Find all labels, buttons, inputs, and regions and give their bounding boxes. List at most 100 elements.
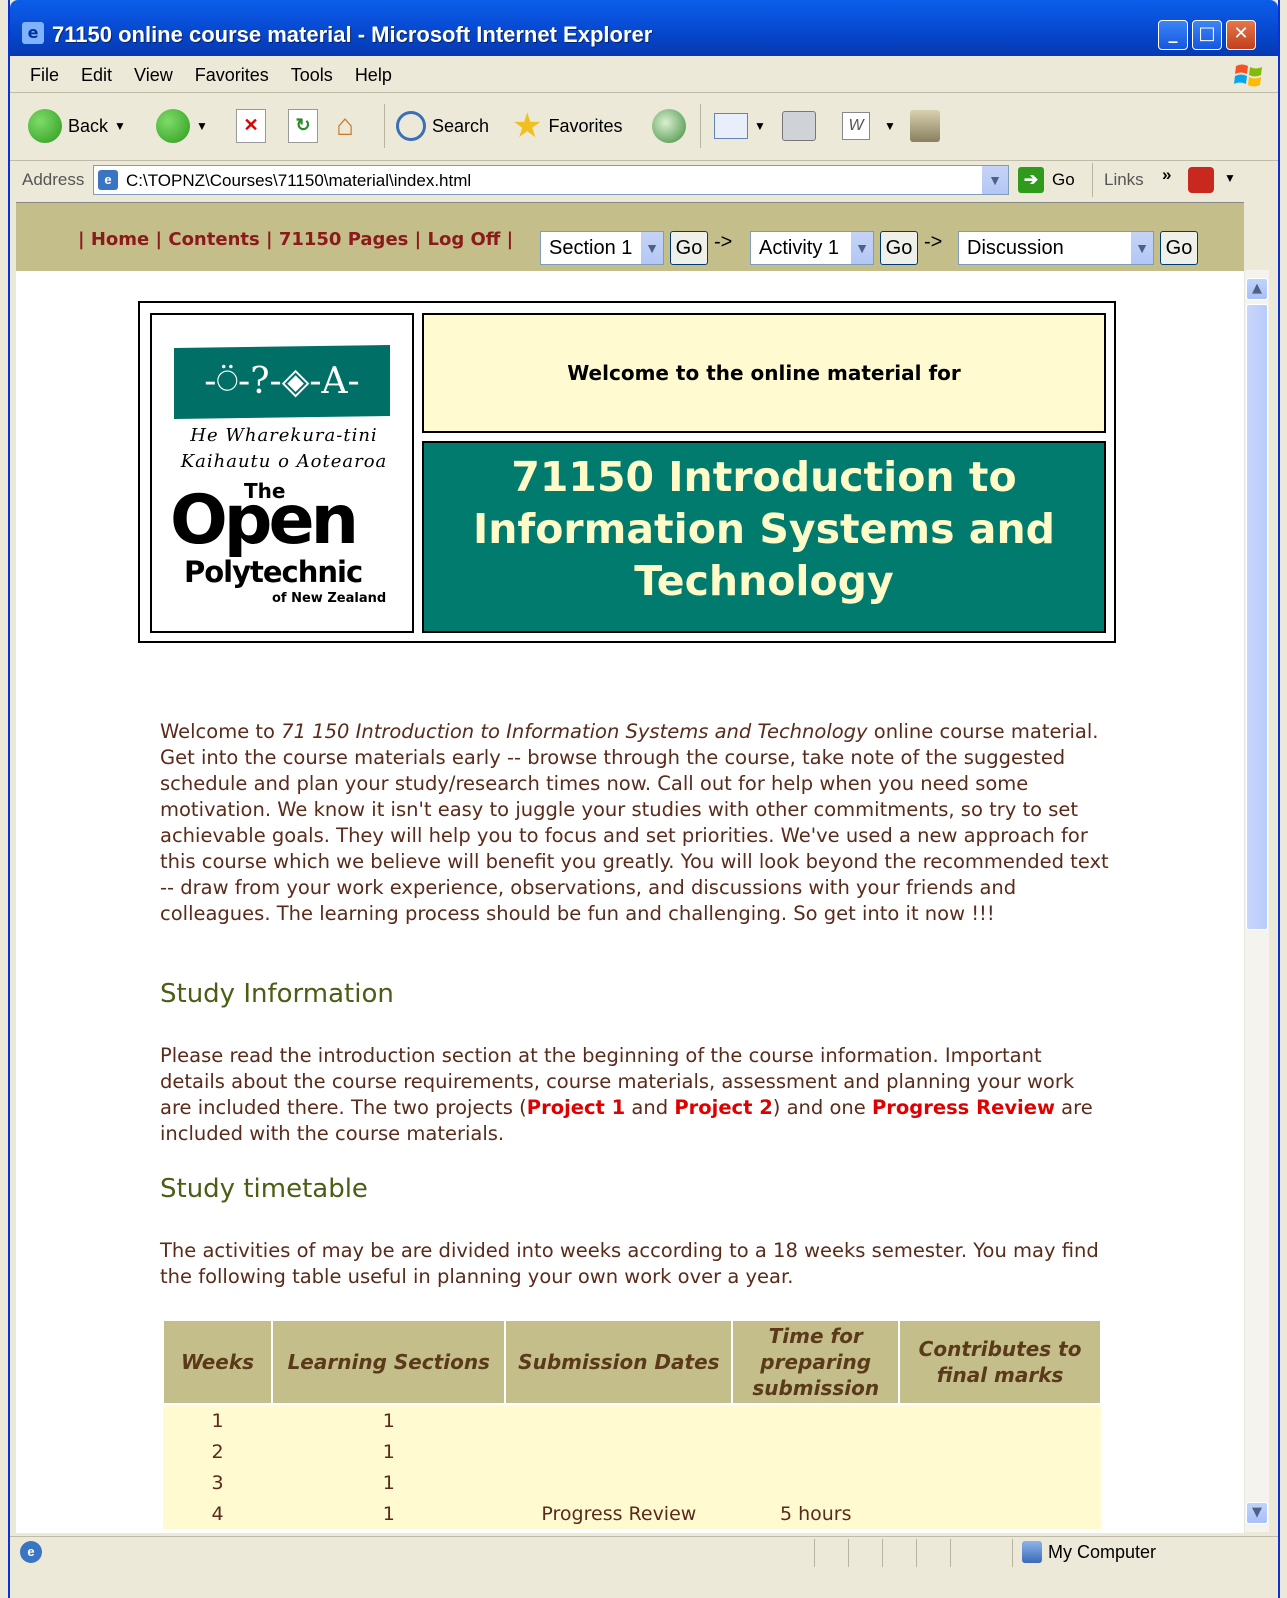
status-bar: e My Computer	[10, 1536, 1278, 1598]
chevron-right-icon[interactable]: »	[1162, 165, 1171, 185]
title-bar[interactable]: e 71150 online course material - Microso…	[10, 0, 1278, 56]
nav-contents-link[interactable]: Contents	[168, 229, 259, 250]
standard-toolbar: Back ▼ ▼ ✕ ↻ ⌂ Search ★ Favorites ▼ W ▼	[10, 94, 1278, 161]
edit-button[interactable]: W ▼	[842, 108, 896, 144]
history-button[interactable]	[652, 108, 686, 144]
logo-nz: of New Zealand	[272, 591, 387, 606]
discussion-go-button[interactable]: Go	[1160, 231, 1198, 265]
welcome-heading: Welcome to the online material for	[422, 313, 1106, 433]
refresh-button[interactable]: ↻	[288, 108, 318, 144]
course-name-italic: 71 150 Introduction to Information Syste…	[281, 720, 868, 743]
links-button[interactable]: Links	[1104, 170, 1144, 190]
back-button[interactable]: Back ▼	[28, 108, 126, 144]
browser-window: e 71150 online course material - Microso…	[8, 0, 1280, 1598]
page-icon: e	[98, 170, 118, 190]
mail-button[interactable]: ▼	[714, 108, 766, 144]
scroll-down-icon[interactable]: ▼	[1246, 1502, 1268, 1524]
course-nav-bar: | Home | Contents | 71150 Pages | Log Of…	[16, 203, 1244, 271]
forward-arrow-icon	[156, 109, 190, 143]
windows-logo-icon	[1234, 64, 1262, 87]
nav-logoff-link[interactable]: Log Off	[427, 229, 500, 250]
project2-link[interactable]: Project 2	[674, 1096, 772, 1119]
menu-tools[interactable]: Tools	[280, 58, 344, 92]
messenger-button[interactable]	[910, 108, 940, 144]
nav-arrow: ->	[924, 231, 943, 253]
close-button[interactable]: ✕	[1226, 20, 1256, 50]
course-title: 71150 Introduction to Information System…	[422, 441, 1106, 633]
discussion-select[interactable]: Discussion ▼	[958, 231, 1154, 265]
history-icon	[652, 109, 686, 143]
logo-maori-text: He Wharekura-tini Kaihautu o Aotearoa	[180, 425, 388, 472]
nav-arrow: ->	[714, 231, 733, 253]
column-header: Learning Sections	[271, 1319, 507, 1405]
edit-dropdown-icon[interactable]: ▼	[884, 119, 896, 133]
menu-bar: File Edit View Favorites Tools Help	[10, 58, 1278, 93]
search-button[interactable]: Search	[396, 108, 489, 144]
address-dropdown-icon[interactable]: ▼	[981, 166, 1008, 194]
pdf-dropdown-icon[interactable]: ▼	[1224, 171, 1236, 185]
maximize-button[interactable]: □	[1192, 20, 1222, 50]
go-button[interactable]: ➔ Go	[1018, 167, 1075, 193]
favorites-button[interactable]: ★ Favorites	[512, 108, 623, 144]
table-header-row: Weeks Learning Sections Submission Dates…	[161, 1319, 1102, 1405]
mail-dropdown-icon[interactable]: ▼	[754, 119, 766, 133]
timetable-table: Weeks Learning Sections Submission Dates…	[161, 1319, 1102, 1529]
table-row: 21	[163, 1436, 1101, 1467]
mail-icon	[714, 113, 748, 139]
nav-pages-link[interactable]: 71150 Pages	[279, 229, 409, 250]
security-zone: My Computer	[1022, 1541, 1156, 1563]
discussion-dropdown-icon[interactable]: ▼	[1130, 232, 1153, 264]
scroll-up-icon[interactable]: ▲	[1246, 278, 1268, 300]
toolbar-separator	[700, 104, 701, 148]
printer-icon	[782, 111, 816, 141]
table-row: 4 1 Progress Review 5 hours	[163, 1498, 1101, 1529]
table-row: 11	[163, 1404, 1101, 1436]
toolbar-separator	[1092, 163, 1093, 197]
activity-go-button[interactable]: Go	[880, 231, 918, 265]
stop-icon: ✕	[236, 109, 266, 143]
go-arrow-icon: ➔	[1018, 167, 1044, 193]
menu-view[interactable]: View	[123, 58, 184, 92]
intro-paragraph: Welcome to 71 150 Introduction to Inform…	[160, 720, 1109, 925]
menu-favorites[interactable]: Favorites	[184, 58, 280, 92]
research-icon	[910, 110, 940, 142]
menu-file[interactable]: File	[10, 58, 70, 92]
word-edit-icon: W	[842, 112, 870, 140]
logo-symbols: -⍥-?-◈-A-	[174, 345, 390, 419]
address-url[interactable]: C:\TOPNZ\Courses\71150\material\index.ht…	[126, 171, 471, 191]
logo-the: The	[242, 479, 288, 503]
pdf-icon[interactable]	[1188, 167, 1214, 193]
home-button[interactable]: ⌂	[336, 108, 370, 144]
address-input[interactable]: e C:\TOPNZ\Courses\71150\material\index.…	[93, 165, 1009, 195]
section-dropdown-icon[interactable]: ▼	[640, 232, 663, 264]
column-header: Weeks	[161, 1319, 274, 1405]
search-icon	[396, 111, 426, 141]
column-header: Contributes to final marks	[898, 1319, 1102, 1405]
scrollbar-thumb[interactable]	[1246, 304, 1268, 930]
column-header: Time for preparing submission	[731, 1319, 901, 1405]
course-banner: -⍥-?-◈-A- He Wharekura-tini Kaihautu o A…	[138, 301, 1116, 643]
minimize-button[interactable]: _	[1158, 20, 1188, 50]
page-status-icon: e	[20, 1541, 42, 1563]
forward-dropdown-icon[interactable]: ▼	[196, 119, 208, 133]
activity-select[interactable]: Activity 1 ▼	[750, 231, 874, 265]
section-go-button[interactable]: Go	[670, 231, 708, 265]
back-dropdown-icon[interactable]: ▼	[114, 119, 126, 133]
window-title: 71150 online course material - Microsoft…	[52, 22, 653, 47]
stop-button[interactable]: ✕	[236, 108, 266, 144]
print-button[interactable]	[782, 108, 816, 144]
nav-links: | Home | Contents | 71150 Pages | Log Of…	[78, 229, 514, 250]
section-select[interactable]: Section 1 ▼	[540, 231, 664, 265]
forward-button[interactable]: ▼	[156, 108, 208, 144]
nav-home-link[interactable]: Home	[91, 229, 149, 250]
toolbar-separator	[384, 104, 385, 148]
column-header: Submission Dates	[504, 1319, 734, 1405]
vertical-scrollbar[interactable]: ▲ ▼	[1244, 270, 1269, 1532]
computer-icon	[1022, 1541, 1042, 1563]
menu-edit[interactable]: Edit	[70, 58, 123, 92]
menu-help[interactable]: Help	[344, 58, 403, 92]
activity-dropdown-icon[interactable]: ▼	[850, 232, 873, 264]
progress-review-link[interactable]: Progress Review	[872, 1096, 1055, 1119]
timetable-intro: The activities of may be are divided int…	[160, 1239, 1099, 1288]
project1-link[interactable]: Project 1	[527, 1096, 625, 1119]
